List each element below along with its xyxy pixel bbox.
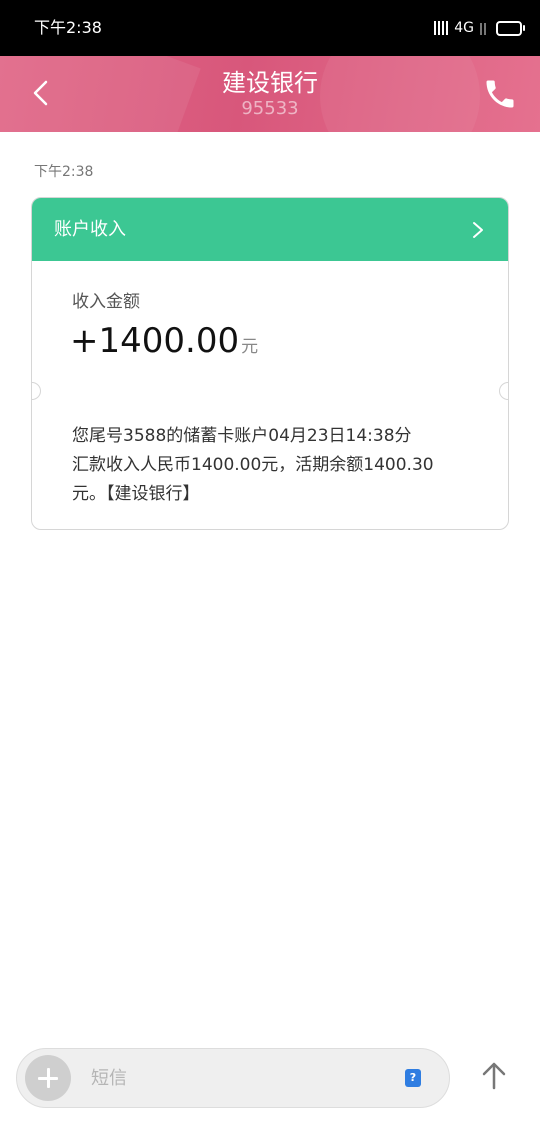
card-notch-right (499, 382, 508, 400)
call-button[interactable] (482, 76, 518, 112)
message-line: 您尾号3588的储蓄卡账户04月23日14:38分 (72, 426, 412, 446)
status-bar: 下午2:38 4G (0, 0, 540, 56)
sms-conversation-screen: 下午2:38 4G 建设银行 95533 下午2:38 账户收入 收入金额 +1… (0, 0, 540, 1124)
battery-icon (496, 20, 525, 36)
arrow-up-icon (482, 1062, 506, 1090)
conversation-header: 建设银行 95533 (0, 56, 540, 132)
signal-icon (434, 21, 449, 35)
amount-unit: 元 (241, 337, 259, 357)
message-card[interactable]: 账户收入 收入金额 +1400.00 元 您尾号3588的储蓄卡账户04月23日… (31, 197, 509, 530)
add-attachment-button[interactable] (25, 1055, 71, 1101)
amount-row: +1400.00 元 (70, 320, 258, 362)
contact-number: 95533 (241, 98, 299, 119)
phone-icon (486, 80, 514, 108)
status-time: 下午2:38 (34, 18, 102, 37)
message-timestamp: 下午2:38 (34, 164, 94, 180)
sms-input-bar[interactable]: 短信 ? (16, 1048, 450, 1108)
chevron-right-icon (473, 222, 483, 238)
sim-select-icon[interactable]: ? (405, 1069, 421, 1087)
card-header[interactable]: 账户收入 (32, 198, 508, 261)
amount-label: 收入金额 (72, 292, 140, 312)
card-notch-left (32, 382, 41, 400)
amount-value: +1400.00 (70, 321, 240, 361)
network-type: 4G (454, 20, 474, 36)
secondary-signal-icon (480, 21, 486, 35)
status-icons: 4G (434, 18, 525, 38)
contact-name: 建设银行 (222, 69, 318, 97)
message-body: 您尾号3588的储蓄卡账户04月23日14:38分 汇款收入人民币1400.00… (72, 422, 472, 509)
message-line: 元。【建设银行】 (72, 484, 200, 504)
card-title: 账户收入 (54, 219, 126, 240)
send-button[interactable] (476, 1058, 512, 1094)
message-line: 汇款收入人民币1400.00元，活期余额1400.30 (72, 455, 434, 475)
sms-input[interactable]: 短信 (91, 1068, 127, 1090)
